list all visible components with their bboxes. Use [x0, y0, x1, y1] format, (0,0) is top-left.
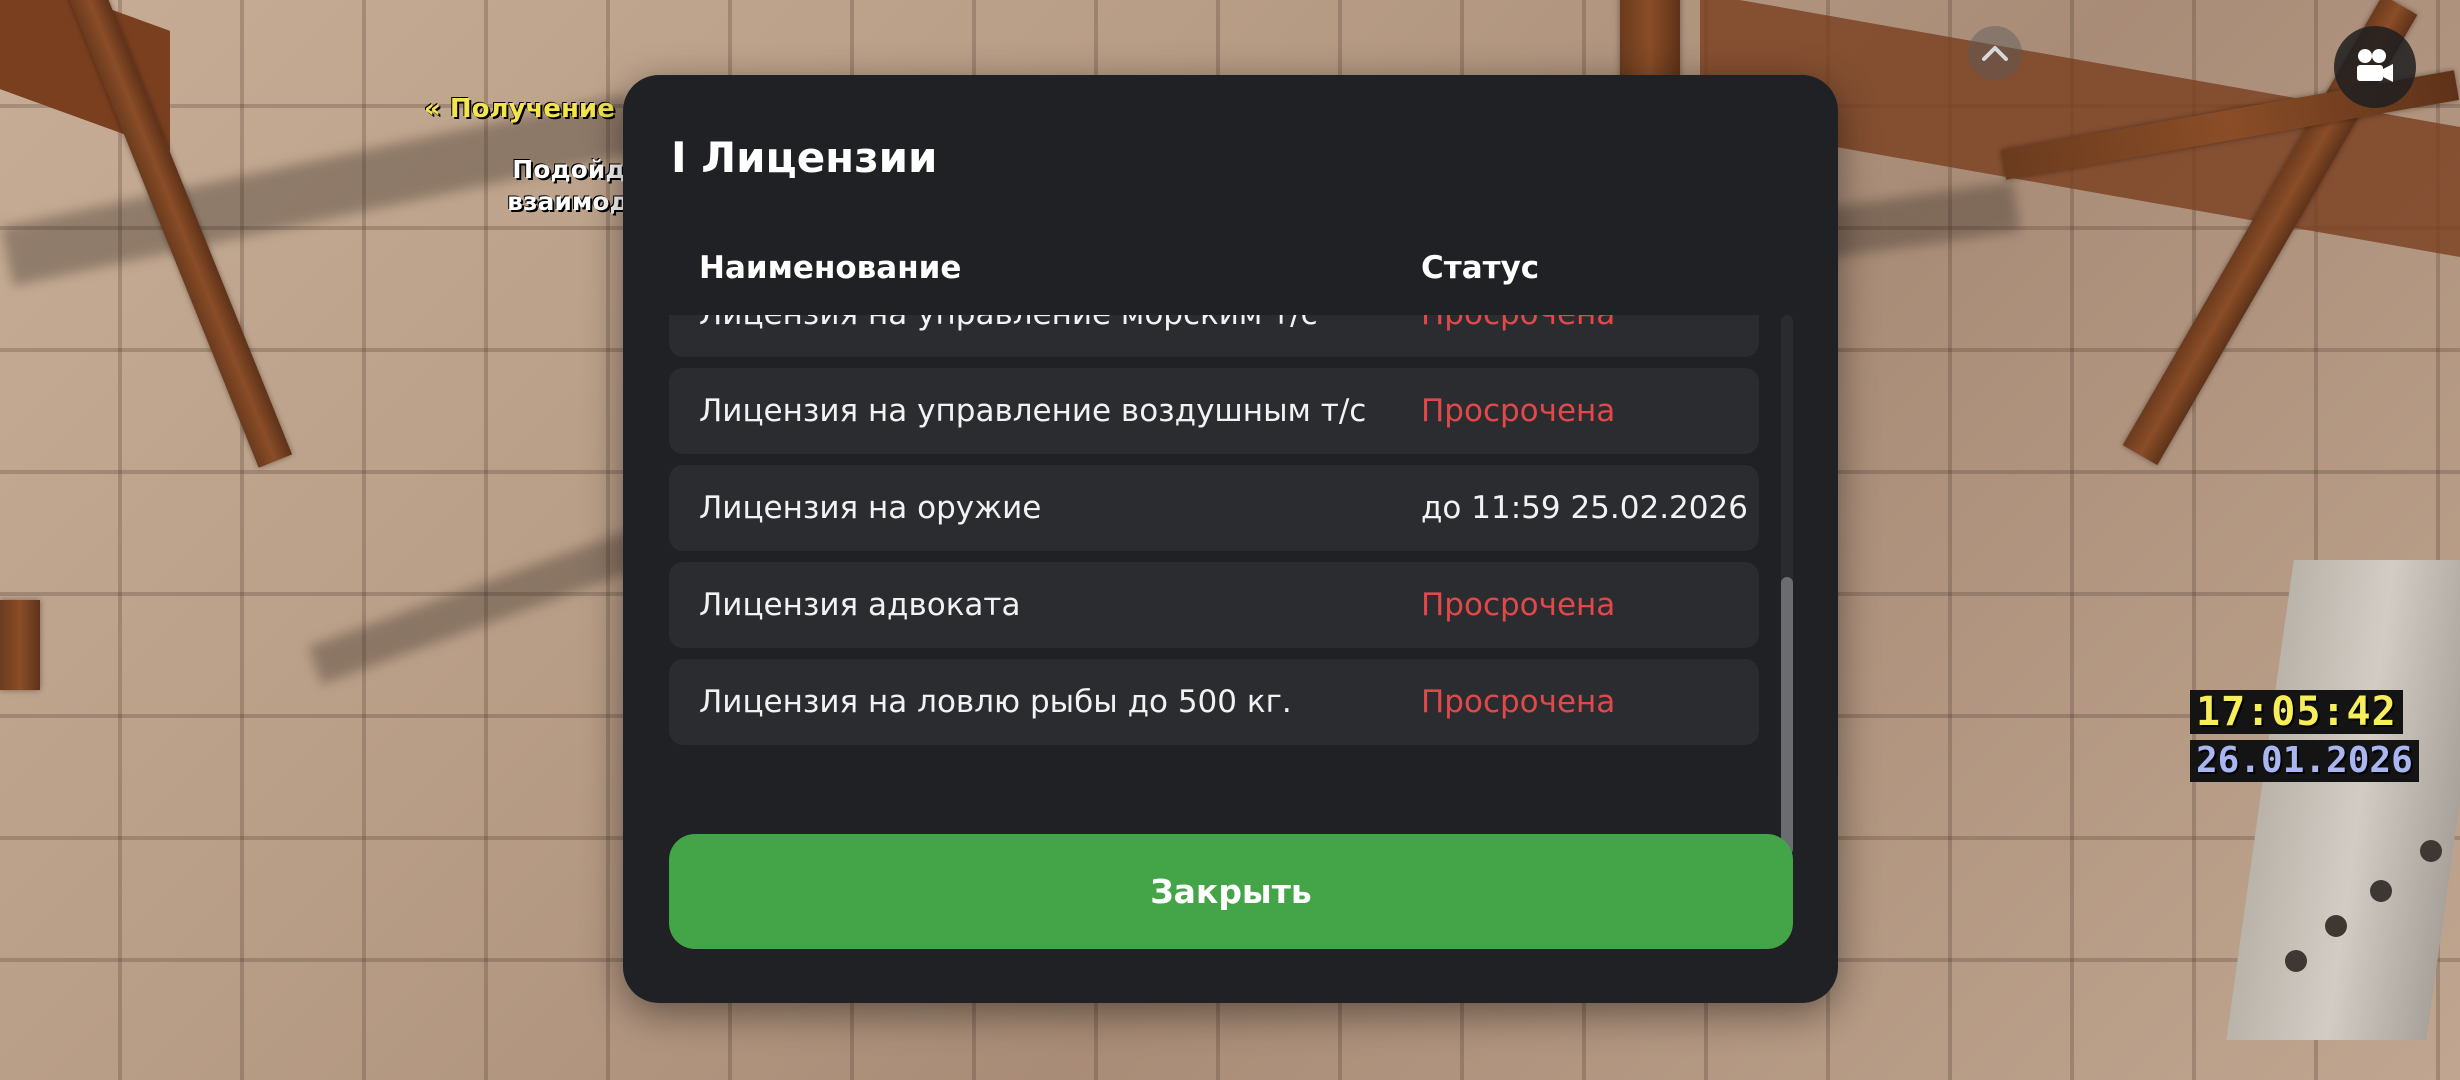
table-header: Наименование Статус: [699, 250, 1719, 290]
chevron-up-icon: [1982, 46, 2008, 61]
license-status: Просрочена: [1421, 587, 1616, 623]
license-status: Просрочена: [1421, 315, 1615, 357]
column-header-name: Наименование: [699, 250, 962, 286]
license-status: до 11:59 25.02.2026: [1421, 490, 1748, 526]
game-clock: 17:05:42 26.01.2026: [2190, 690, 2419, 782]
license-row: Лицензия на управление морским т/с Просро…: [669, 315, 1759, 357]
modal-title: I Лицензии: [671, 133, 938, 182]
licenses-list[interactable]: Лицензия на управление морским т/с Просро…: [669, 315, 1765, 847]
clock-date: 26.01.2026: [2190, 740, 2419, 782]
scrollbar-thumb[interactable]: [1781, 577, 1793, 855]
close-button[interactable]: Закрыть: [669, 834, 1793, 949]
expand-up-button[interactable]: [1968, 26, 2022, 80]
license-row: Лицензия на ловлю рыбы до 500 кг. Просроч…: [669, 659, 1759, 745]
license-name: Лицензия на оружие: [699, 490, 1042, 526]
license-status: Просрочена: [1421, 684, 1616, 720]
license-row: Лицензия на оружие до 11:59 25.02.2026: [669, 465, 1759, 551]
licenses-modal: I Лицензии Наименование Статус Лицензия …: [623, 75, 1838, 1003]
column-header-status: Статус: [1421, 250, 1540, 286]
camera-button[interactable]: [2334, 26, 2416, 108]
license-name: Лицензия на ловлю рыбы до 500 кг.: [699, 684, 1292, 720]
license-name: Лицензия на управление воздушным т/с: [699, 393, 1367, 429]
license-row: Лицензия на управление воздушным т/с Прос…: [669, 368, 1759, 454]
license-status: Просрочена: [1421, 393, 1616, 429]
license-row: Лицензия адвоката Просрочена: [669, 562, 1759, 648]
license-name: Лицензия на управление морским т/с: [699, 315, 1318, 357]
video-camera-icon: [2357, 49, 2393, 82]
clock-time: 17:05:42: [2190, 690, 2403, 734]
scrollbar-track[interactable]: [1781, 315, 1793, 855]
license-name: Лицензия адвоката: [699, 587, 1021, 623]
